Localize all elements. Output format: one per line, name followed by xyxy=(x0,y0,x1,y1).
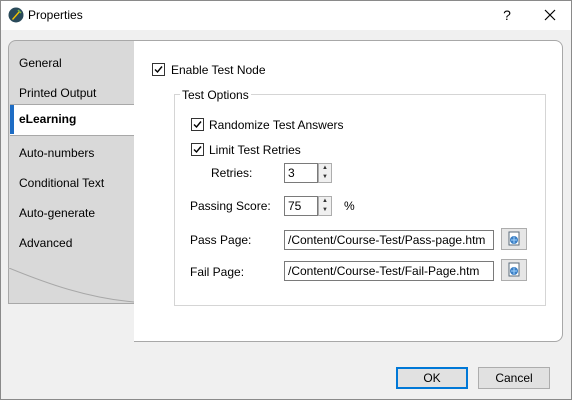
fail-page-input[interactable]: /Content/Course-Test/Fail-Page.htm xyxy=(284,261,494,281)
percent-unit: % xyxy=(344,199,355,213)
help-button[interactable]: ? xyxy=(492,0,522,30)
ok-button[interactable]: OK xyxy=(396,367,468,389)
enable-test-node-checkbox[interactable] xyxy=(152,63,165,76)
nav-item-conditional-text[interactable]: Conditional Text xyxy=(19,176,104,194)
close-icon xyxy=(544,9,556,21)
pass-page-browse-button[interactable] xyxy=(501,228,527,250)
randomize-answers-checkbox[interactable] xyxy=(191,118,204,131)
test-options-title: Test Options xyxy=(180,88,251,102)
retries-stepper[interactable]: ▲ ▼ xyxy=(318,163,332,183)
pass-page-input[interactable]: /Content/Course-Test/Pass-page.htm xyxy=(284,230,494,250)
limit-retries-checkbox[interactable] xyxy=(191,143,204,156)
nav-item-advanced[interactable]: Advanced xyxy=(19,236,72,254)
checkmark-icon xyxy=(193,146,202,154)
nav-item-auto-numbers[interactable]: Auto-numbers xyxy=(19,146,94,164)
nav-panel xyxy=(8,40,135,304)
passing-score-label: Passing Score: xyxy=(190,199,271,213)
cancel-button[interactable]: Cancel xyxy=(478,367,550,389)
passing-score-stepper[interactable]: ▲ ▼ xyxy=(318,196,332,216)
passing-score-input[interactable]: 75 xyxy=(284,196,318,216)
spin-up-icon[interactable]: ▲ xyxy=(319,197,331,206)
fail-page-label: Fail Page: xyxy=(190,265,245,279)
nav-item-auto-generate[interactable]: Auto-generate xyxy=(19,206,95,224)
spin-down-icon[interactable]: ▼ xyxy=(319,206,331,215)
nav-item-general[interactable]: General xyxy=(19,56,62,74)
nav-selected-indicator xyxy=(10,105,14,134)
retries-input[interactable]: 3 xyxy=(284,163,318,183)
nav-item-elearning-label: eLearning xyxy=(19,112,77,126)
fail-page-browse-button[interactable] xyxy=(501,259,527,281)
retries-label: Retries: xyxy=(211,166,253,180)
window-title: Properties xyxy=(28,8,83,22)
enable-test-node-label: Enable Test Node xyxy=(171,63,266,77)
app-icon xyxy=(8,7,24,23)
browse-file-icon xyxy=(508,231,520,246)
close-button[interactable] xyxy=(528,0,572,30)
randomize-answers-label: Randomize Test Answers xyxy=(209,118,344,132)
pass-page-label: Pass Page: xyxy=(190,233,252,247)
browse-file-icon xyxy=(508,262,520,277)
nav-curve-decoration xyxy=(8,268,134,303)
nav-item-printed-output[interactable]: Printed Output xyxy=(19,86,96,104)
checkmark-icon xyxy=(154,66,163,74)
spin-down-icon[interactable]: ▼ xyxy=(319,173,331,182)
spin-up-icon[interactable]: ▲ xyxy=(319,164,331,173)
title-bar xyxy=(0,0,572,31)
limit-retries-label: Limit Test Retries xyxy=(209,143,301,157)
checkmark-icon xyxy=(193,121,202,129)
